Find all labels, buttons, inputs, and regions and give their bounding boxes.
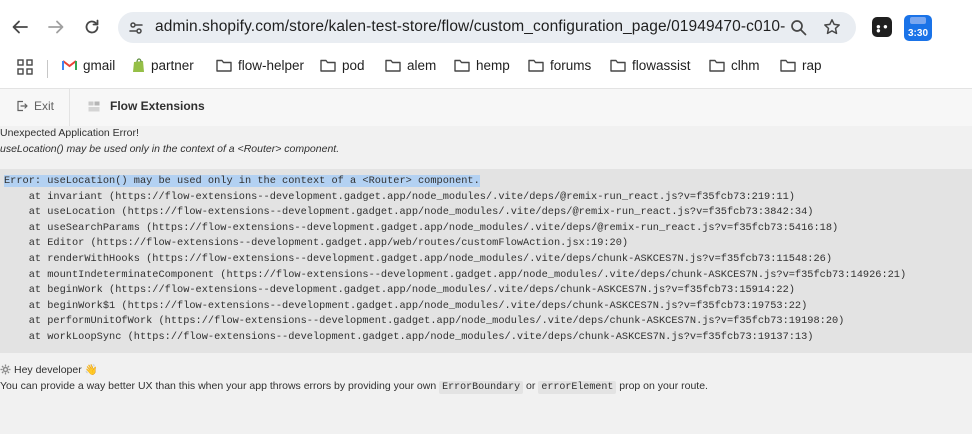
bookmark-hemp[interactable]: hemp	[454, 55, 510, 75]
extension-time: 3:30	[907, 28, 928, 39]
stack-line: at beginWork (https://flow-extensions--d…	[4, 284, 795, 297]
zoom-icon[interactable]	[790, 19, 807, 41]
developer-greeting: Hey developer 👋	[0, 363, 98, 376]
bookmarks-bar: gmail partner flow-helper pod alem hemp …	[0, 54, 972, 88]
help-prefix: You can provide a way better UX than thi…	[0, 380, 437, 392]
bookmark-gmail[interactable]: gmail	[62, 55, 115, 75]
reload-icon	[85, 19, 99, 34]
forward-button[interactable]	[44, 15, 68, 39]
stack-line: at Editor (https://flow-extensions--deve…	[4, 237, 629, 250]
folder-icon	[780, 59, 796, 72]
bookmark-label: hemp	[476, 57, 510, 73]
shopify-icon	[133, 57, 144, 72]
bookmark-label: flow-helper	[238, 57, 305, 73]
stack-line: at performUnitOfWork (https://flow-exten…	[4, 315, 845, 328]
stack-line: at useLocation (https://flow-extensions-…	[4, 206, 814, 219]
error-heading: Unexpected Application Error!	[0, 127, 139, 139]
bookmark-flow-helper[interactable]: flow-helper	[216, 55, 304, 75]
stack-line: at mountIndeterminateComponent (https://…	[4, 268, 907, 281]
browser-toolbar: admin.shopify.com/store/kalen-test-store…	[0, 0, 972, 54]
back-button[interactable]	[8, 15, 32, 39]
error-element-code: errorElement	[538, 381, 617, 394]
bookmark-label: rap	[802, 57, 822, 73]
bookmark-label: flowassist	[632, 57, 691, 73]
folder-icon	[216, 59, 232, 72]
folder-icon	[320, 59, 336, 72]
app-header: Exit Flow Extensions	[0, 88, 972, 127]
address-bar[interactable]: admin.shopify.com/store/kalen-test-store…	[118, 12, 856, 43]
stack-trace-box: Error: useLocation() may be used only in…	[0, 169, 972, 353]
bookmark-forums[interactable]: forums	[528, 55, 591, 75]
exit-icon	[17, 100, 28, 112]
exit-label: Exit	[34, 99, 55, 113]
bookmark-partner[interactable]: partner	[132, 55, 194, 75]
bookmark-clhm[interactable]: clhm	[709, 55, 760, 75]
reload-button[interactable]	[80, 15, 104, 39]
help-text: You can provide a way better UX than thi…	[0, 380, 708, 394]
folder-icon	[528, 59, 544, 72]
url-text[interactable]: admin.shopify.com/store/kalen-test-store…	[155, 18, 785, 36]
bookmark-label: clhm	[731, 57, 760, 73]
extension-icon[interactable]: ● ● ●	[872, 17, 892, 37]
developer-greeting-text: Hey developer 👋	[14, 364, 98, 376]
stack-line: at beginWork$1 (https://flow-extensions-…	[4, 299, 808, 312]
help-or: or	[526, 380, 536, 392]
bookmarks-divider	[47, 60, 48, 78]
bookmark-alem[interactable]: alem	[385, 55, 436, 75]
help-suffix: prop on your route.	[619, 380, 708, 392]
bookmark-pod[interactable]: pod	[320, 55, 365, 75]
stack-trace-first-line: Error: useLocation() may be used only in…	[4, 175, 480, 187]
app-logo-icon	[88, 101, 100, 111]
stack-trace: Error: useLocation() may be used only in…	[4, 174, 906, 346]
bookmark-label: forums	[550, 57, 592, 73]
bookmark-label: pod	[342, 57, 365, 73]
app-title-text: Flow Extensions	[110, 99, 205, 113]
error-message: useLocation() may be used only in the co…	[0, 143, 340, 155]
exit-button[interactable]: Exit	[16, 99, 54, 113]
error-page: Unexpected Application Error! useLocatio…	[0, 126, 972, 434]
site-settings-icon[interactable]	[128, 20, 144, 41]
error-boundary-code: ErrorBoundary	[439, 381, 524, 394]
folder-icon	[454, 59, 470, 72]
stack-line: at workLoopSync (https://flow-extensions…	[4, 330, 814, 343]
stack-line: at invariant (https://flow-extensions--d…	[4, 190, 795, 203]
bookmark-flowassist[interactable]: flowassist	[610, 55, 691, 75]
calendar-extension-icon[interactable]: 3:30	[904, 15, 932, 41]
gmail-icon	[62, 60, 77, 70]
bookmark-label: alem	[407, 57, 437, 73]
bookmark-label: gmail	[83, 57, 116, 73]
gear-icon	[0, 364, 11, 375]
bookmark-star-icon[interactable]	[823, 18, 841, 41]
bookmark-rap[interactable]: rap	[780, 55, 822, 75]
stack-line: at renderWithHooks (https://flow-extensi…	[4, 252, 833, 265]
arrow-left-icon	[12, 20, 28, 34]
folder-icon	[385, 59, 401, 72]
apps-grid-icon[interactable]	[17, 59, 33, 80]
arrow-right-icon	[48, 20, 64, 34]
header-divider	[69, 89, 70, 126]
stack-line: at useSearchParams (https://flow-extensi…	[4, 221, 839, 234]
app-title: Flow Extensions	[88, 99, 205, 113]
folder-icon	[610, 59, 626, 72]
folder-icon	[709, 59, 725, 72]
bookmark-label: partner	[151, 57, 194, 73]
